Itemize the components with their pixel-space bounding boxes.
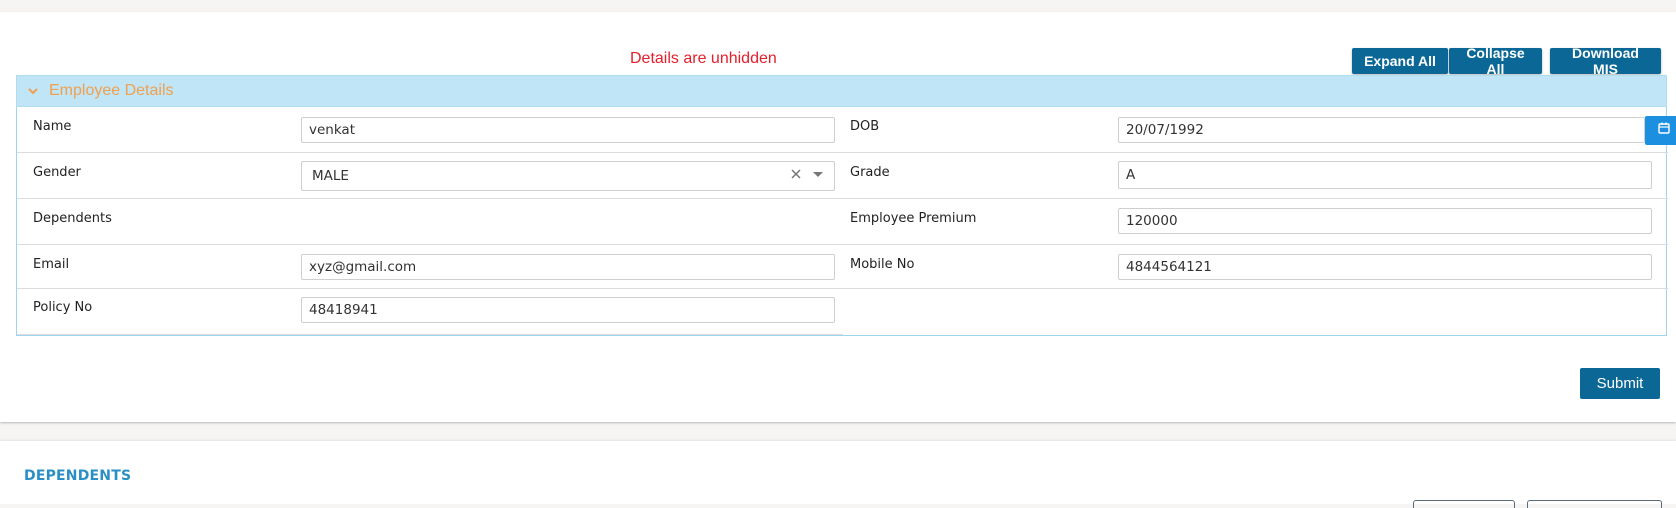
caret-down-icon[interactable] [812,168,824,184]
dependents-action-button[interactable] [1527,500,1662,508]
dependents-card: DEPENDENTS [0,441,1676,508]
email-field[interactable]: xyz@gmail.com [301,254,835,280]
clear-icon[interactable] [790,168,802,184]
chevron-down-icon[interactable] [17,75,49,107]
dob-field[interactable]: 20/07/1992 [1118,117,1645,143]
calendar-button[interactable] [1645,116,1676,145]
submit-button[interactable]: Submit [1580,368,1660,399]
dependents-section-title: DEPENDENTS [24,468,132,484]
form-row: Email xyz@gmail.com Mobile No 4844564121 [17,245,1668,289]
form-row: Name venkat DOB 20/07/1992 [17,107,1676,153]
expand-all-button[interactable]: Expand All [1352,48,1448,74]
employee-details-panel-header[interactable]: Employee Details [16,75,1667,107]
policy-no-field[interactable]: 48418941 [301,297,835,323]
form-row: Dependents Employee Premium 120000 [17,199,1668,245]
status-message: Details are unhidden [630,50,777,67]
employee-details-panel-body: Name venkat DOB 20/07/1992 Gender MALE G… [16,107,1676,336]
dob-label: DOB [850,119,880,134]
collapse-all-button[interactable]: Collapse All [1449,45,1542,77]
mobile-no-field[interactable]: 4844564121 [1118,254,1652,280]
gender-value: MALE [312,168,349,184]
gender-label: Gender [33,165,81,180]
panel-title: Employee Details [49,82,174,99]
employee-premium-field[interactable]: 120000 [1118,208,1652,234]
grade-field[interactable]: A [1118,161,1652,189]
policy-no-label: Policy No [33,300,93,315]
download-mis-button[interactable]: Download MIS [1550,45,1661,77]
calendar-icon [1657,121,1671,140]
name-field[interactable]: venkat [301,117,835,143]
email-label: Email [33,257,70,272]
gender-select[interactable]: MALE [301,161,835,191]
employee-premium-label: Employee Premium [850,211,977,226]
mobile-no-label: Mobile No [850,257,915,272]
dependents-label: Dependents [33,211,112,226]
form-row: Policy No 48418941 [17,289,843,335]
grade-label: Grade [850,165,890,180]
employee-details-card: Details are unhidden Expand All Collapse… [0,12,1676,422]
name-label: Name [33,119,72,134]
form-row: Gender MALE Grade A [17,153,1668,199]
dependents-action-button[interactable] [1413,500,1515,508]
